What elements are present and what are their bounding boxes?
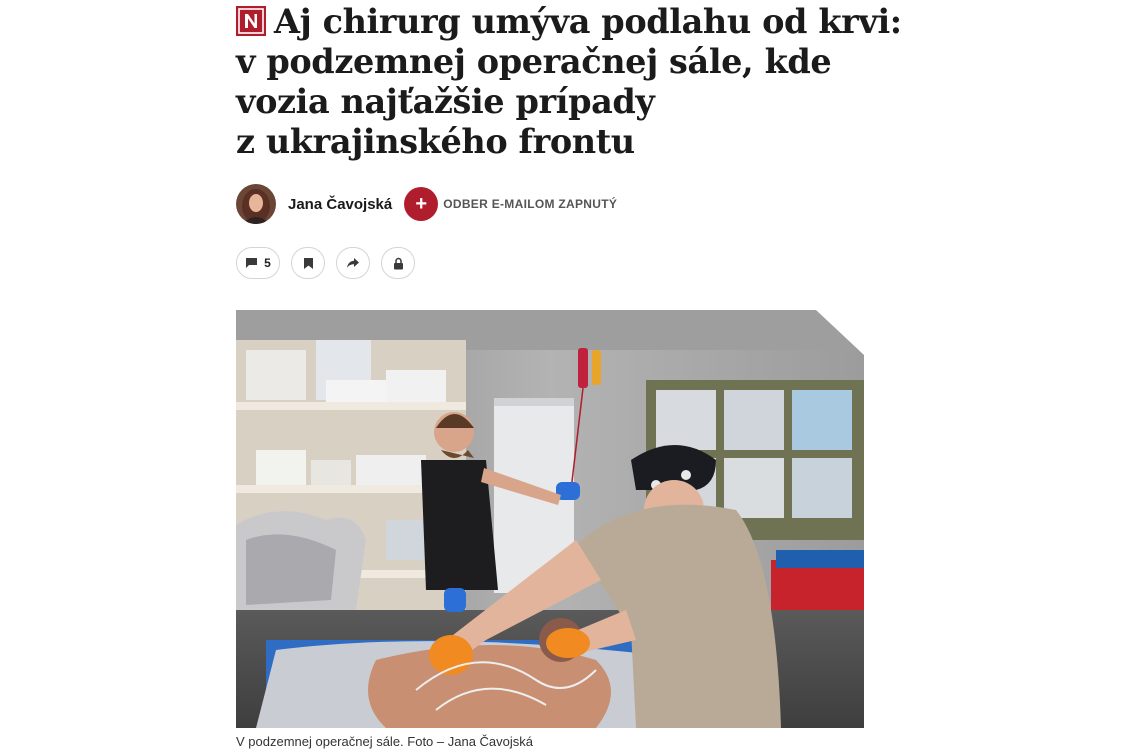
author-avatar[interactable] — [236, 184, 276, 224]
denník-n-logo-icon — [236, 6, 266, 36]
share-button[interactable] — [336, 247, 370, 279]
comment-icon — [246, 258, 258, 268]
lock-icon — [393, 257, 403, 269]
author-name[interactable]: Jana Čavojská — [288, 196, 392, 213]
email-subscribe-toggle[interactable]: + ODBER E-MAILOM ZAPNUTÝ — [404, 187, 617, 221]
article-photo[interactable] — [236, 310, 864, 728]
photo-caption: V podzemnej operačnej sále. Foto – Jana … — [236, 734, 534, 749]
article-headline: Aj chirurg umýva podlahu od krvi: v podz… — [236, 0, 902, 162]
headline-line-1: Aj chirurg umýva podlahu od krvi: — [236, 2, 902, 42]
headline-line-2: v podzemnej operačnej sále, kde — [236, 42, 832, 81]
bookmark-icon — [303, 257, 313, 269]
comments-button[interactable]: 5 — [236, 247, 280, 279]
headline-line-3: vozia najťažšie prípady — [236, 82, 655, 121]
premium-lock-button[interactable] — [381, 247, 415, 279]
byline: Jana Čavojská + ODBER E-MAILOM ZAPNUTÝ — [236, 183, 864, 225]
subscribe-status-label[interactable]: ODBER E-MAILOM ZAPNUTÝ — [443, 197, 617, 211]
article: Aj chirurg umýva podlahu od krvi: v podz… — [236, 0, 902, 749]
article-actions: 5 — [236, 247, 415, 279]
share-icon — [347, 258, 359, 268]
headline-text-1: Aj chirurg umýva podlahu od krvi: — [274, 2, 902, 41]
headline-line-4: z ukrajinského frontu — [236, 122, 635, 161]
bookmark-button[interactable] — [291, 247, 325, 279]
subscribe-plus-icon[interactable]: + — [404, 187, 439, 221]
comments-count: 5 — [264, 256, 271, 270]
